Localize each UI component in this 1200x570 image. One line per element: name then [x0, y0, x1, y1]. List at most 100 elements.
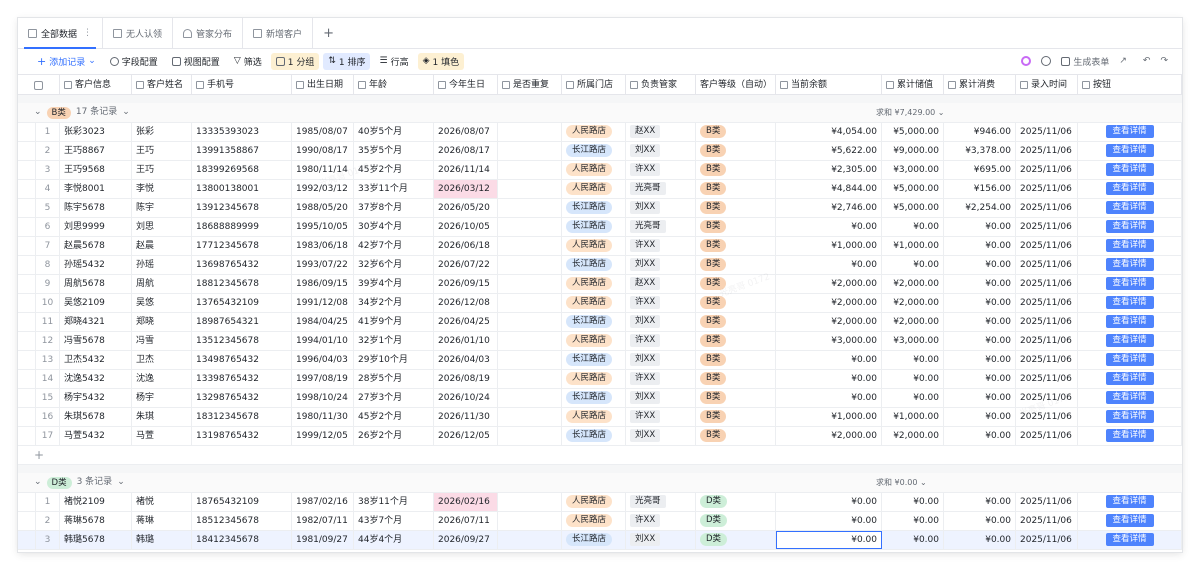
- cell-phone[interactable]: 13800138001: [192, 180, 292, 198]
- cell-entry[interactable]: 2025/11/06: [1016, 370, 1078, 388]
- cell-mgr[interactable]: 许XX: [626, 294, 696, 312]
- cell-birth[interactable]: 1985/08/07: [292, 123, 354, 141]
- cell-stored[interactable]: ¥0.00: [882, 531, 944, 549]
- row-checkbox-cell[interactable]: [18, 161, 36, 179]
- view-details-button[interactable]: 查看详情: [1105, 220, 1154, 233]
- row-checkbox-cell[interactable]: [18, 142, 36, 160]
- cell-bday[interactable]: 2026/08/19: [434, 370, 498, 388]
- cell-name_id[interactable]: 陈宇5678: [60, 199, 132, 217]
- cell-spent[interactable]: ¥0.00: [944, 427, 1016, 445]
- cell-name[interactable]: 朱琪: [132, 408, 192, 426]
- cell-level[interactable]: B类: [696, 332, 776, 350]
- cell-bday[interactable]: 2026/12/08: [434, 294, 498, 312]
- cell-name_id[interactable]: 郑晓4321: [60, 313, 132, 331]
- cell-balance[interactable]: ¥5,622.00: [776, 142, 882, 160]
- cell-age[interactable]: 40岁5个月: [354, 123, 434, 141]
- cell-btn[interactable]: 查看详情: [1078, 493, 1182, 511]
- cell-btn[interactable]: 查看详情: [1078, 161, 1182, 179]
- cell-name[interactable]: 马萱: [132, 427, 192, 445]
- cell-birth[interactable]: 1987/02/16: [292, 493, 354, 511]
- cell-birth[interactable]: 1993/07/22: [292, 256, 354, 274]
- cell-balance[interactable]: ¥1,000.00: [776, 237, 882, 255]
- cell-bday[interactable]: 2026/10/24: [434, 389, 498, 407]
- cell-btn[interactable]: 查看详情: [1078, 512, 1182, 530]
- row-checkbox-cell[interactable]: [18, 275, 36, 293]
- cell-store[interactable]: 人民路店: [562, 370, 626, 388]
- cell-birth[interactable]: 1981/09/27: [292, 531, 354, 549]
- cell-phone[interactable]: 13765432109: [192, 294, 292, 312]
- cell-dup[interactable]: [498, 332, 562, 350]
- cell-entry[interactable]: 2025/11/06: [1016, 237, 1078, 255]
- cell-birth[interactable]: 1980/11/14: [292, 161, 354, 179]
- select-all-checkbox-cell[interactable]: [18, 75, 60, 95]
- table-row[interactable]: 15 杨宇5432 杨宇 13298765432 1998/10/24 27岁3个月 202…: [18, 389, 1182, 408]
- cell-entry[interactable]: 2025/11/06: [1016, 218, 1078, 236]
- cell-bday[interactable]: 2026/07/11: [434, 512, 498, 530]
- cell-balance[interactable]: ¥2,000.00: [776, 294, 882, 312]
- cell-name[interactable]: 赵晨: [132, 237, 192, 255]
- view-details-button[interactable]: 查看详情: [1105, 410, 1154, 423]
- cell-name_id[interactable]: 张彩3023: [60, 123, 132, 141]
- cell-mgr[interactable]: 许XX: [626, 332, 696, 350]
- cell-store[interactable]: 长江路店: [562, 313, 626, 331]
- cell-balance[interactable]: ¥1,000.00: [776, 408, 882, 426]
- cell-name_id[interactable]: 马萱5432: [60, 427, 132, 445]
- cell-age[interactable]: 28岁5个月: [354, 370, 434, 388]
- cell-age[interactable]: 37岁8个月: [354, 199, 434, 217]
- cell-balance[interactable]: ¥2,746.00: [776, 199, 882, 217]
- cell-dup[interactable]: [498, 351, 562, 369]
- cell-age[interactable]: 32岁1个月: [354, 332, 434, 350]
- row-checkbox-cell[interactable]: [18, 199, 36, 217]
- row-checkbox-cell[interactable]: [18, 351, 36, 369]
- cell-level[interactable]: B类: [696, 218, 776, 236]
- cell-level[interactable]: D类: [696, 493, 776, 511]
- table-row[interactable]: 8 孙瑶5432 孙瑶 13698765432 1993/07/22 32岁6个月 2026…: [18, 256, 1182, 275]
- cell-mgr[interactable]: 刘XX: [626, 531, 696, 549]
- cell-btn[interactable]: 查看详情: [1078, 180, 1182, 198]
- cell-balance[interactable]: ¥0.00: [776, 493, 882, 511]
- cell-dup[interactable]: [498, 408, 562, 426]
- row-checkbox-cell[interactable]: [18, 427, 36, 445]
- column-header-name[interactable]: 客户姓名: [132, 75, 192, 95]
- cell-birth[interactable]: 1982/07/11: [292, 512, 354, 530]
- view-details-button[interactable]: 查看详情: [1105, 353, 1154, 366]
- cell-spent[interactable]: ¥0.00: [944, 512, 1016, 530]
- cell-entry[interactable]: 2025/11/06: [1016, 180, 1078, 198]
- view-config-button[interactable]: 视图配置: [167, 53, 225, 70]
- ai-icon[interactable]: [1021, 56, 1032, 66]
- cell-age[interactable]: 42岁7个月: [354, 237, 434, 255]
- view-details-button[interactable]: 查看详情: [1105, 239, 1154, 252]
- cell-name[interactable]: 张彩: [132, 123, 192, 141]
- cell-store[interactable]: 人民路店: [562, 512, 626, 530]
- cell-birth[interactable]: 1998/10/24: [292, 389, 354, 407]
- cell-name[interactable]: 孙瑶: [132, 256, 192, 274]
- cell-dup[interactable]: [498, 294, 562, 312]
- table-row[interactable]: 2 王巧8867 王巧 13991358867 1990/08/17 35岁5个月 2026…: [18, 142, 1182, 161]
- cell-store[interactable]: 人民路店: [562, 161, 626, 179]
- cell-dup[interactable]: [498, 313, 562, 331]
- cell-entry[interactable]: 2025/11/06: [1016, 427, 1078, 445]
- view-details-button[interactable]: 查看详情: [1105, 296, 1154, 309]
- view-details-button[interactable]: 查看详情: [1105, 258, 1154, 271]
- column-header-name_id[interactable]: 客户信息: [60, 75, 132, 95]
- cell-balance[interactable]: ¥0.00: [776, 256, 882, 274]
- row-checkbox-cell[interactable]: [18, 493, 36, 511]
- cell-entry[interactable]: 2025/11/06: [1016, 275, 1078, 293]
- cell-bday[interactable]: 2026/05/20: [434, 199, 498, 217]
- redo-icon[interactable]: ↷: [1160, 56, 1168, 66]
- column-header-stored[interactable]: 累计储值: [882, 75, 944, 95]
- field-config-button[interactable]: 字段配置: [105, 53, 163, 70]
- cell-birth[interactable]: 1991/12/08: [292, 294, 354, 312]
- cell-name_id[interactable]: 褚悦2109: [60, 493, 132, 511]
- cell-stored[interactable]: ¥0.00: [882, 512, 944, 530]
- cell-spent[interactable]: ¥0.00: [944, 332, 1016, 350]
- cell-dup[interactable]: [498, 493, 562, 511]
- row-checkbox-cell[interactable]: [18, 332, 36, 350]
- cell-level[interactable]: B类: [696, 161, 776, 179]
- view-details-button[interactable]: 查看详情: [1105, 182, 1154, 195]
- cell-name_id[interactable]: 赵晨5678: [60, 237, 132, 255]
- view-details-button[interactable]: 查看详情: [1105, 514, 1154, 527]
- row-checkbox-cell[interactable]: [18, 370, 36, 388]
- cell-stored[interactable]: ¥9,000.00: [882, 142, 944, 160]
- cell-birth[interactable]: 1983/06/18: [292, 237, 354, 255]
